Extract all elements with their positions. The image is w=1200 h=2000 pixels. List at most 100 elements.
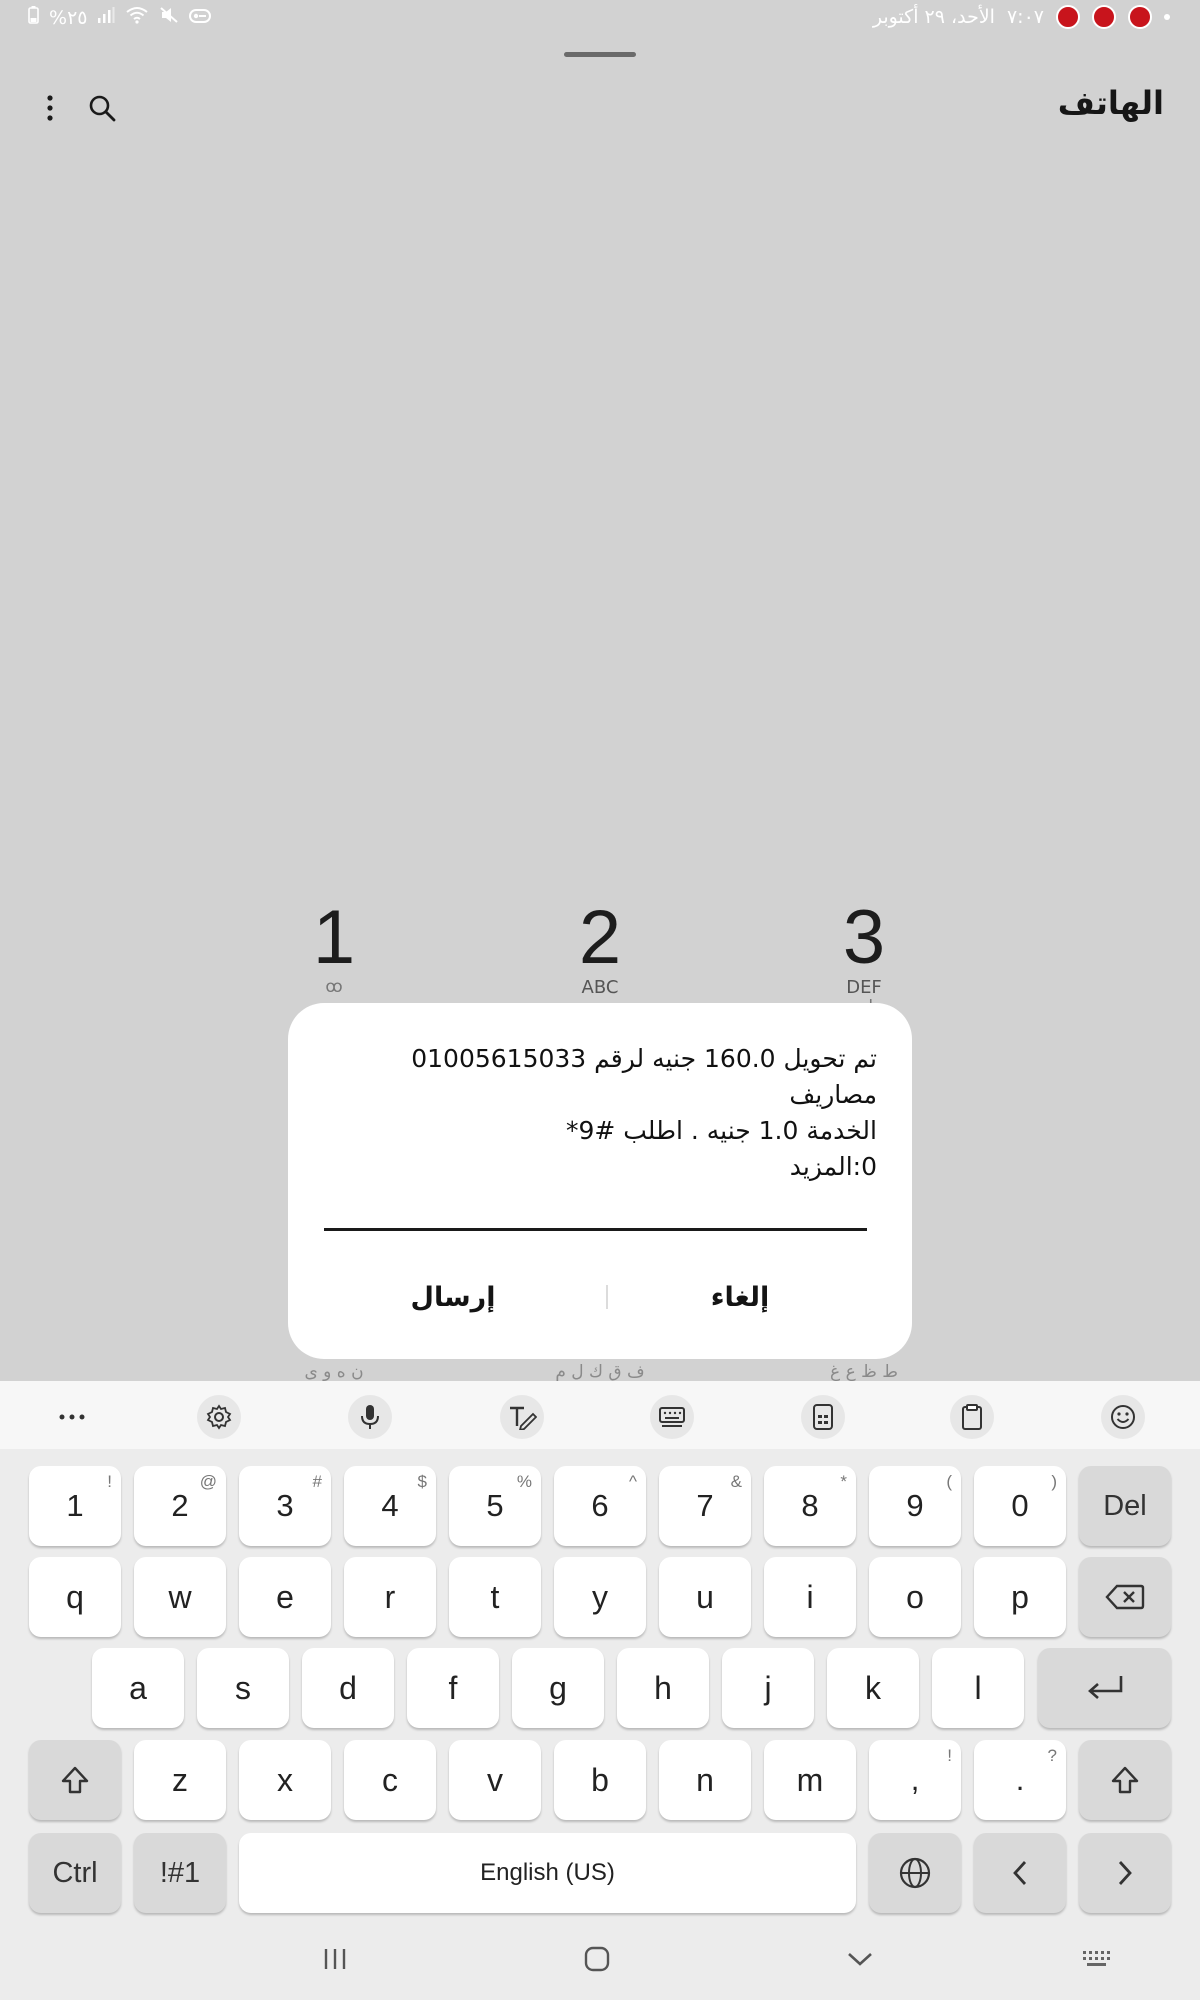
- key-4[interactable]: 4 $: [344, 1466, 436, 1546]
- key-s[interactable]: s: [197, 1648, 289, 1728]
- wifi-icon: [125, 6, 149, 29]
- key-c[interactable]: c: [344, 1740, 436, 1820]
- key-label: 4: [381, 1488, 399, 1523]
- key-period[interactable]: .?: [974, 1740, 1066, 1820]
- key-o[interactable]: o: [869, 1557, 961, 1637]
- dial-key-5-arabic: ف ق ك ل م: [555, 1362, 645, 1382]
- key-label: 9: [906, 1488, 924, 1523]
- signal-icon: [97, 6, 115, 29]
- dial-key-3[interactable]: 3 DEF ا ء: [784, 895, 944, 1017]
- clipboard-icon[interactable]: [950, 1395, 994, 1439]
- ussd-reply-input[interactable]: [324, 1228, 867, 1231]
- key-l[interactable]: l: [932, 1648, 1024, 1728]
- ussd-message: تم تحويل 160.0 جنيه لرقم 01005615033 مصا…: [411, 1044, 877, 1181]
- status-right: الأحد، ٢٩ أكتوبر ٧:٠٧: [873, 5, 1170, 29]
- handwriting-icon[interactable]: [500, 1395, 544, 1439]
- key-alt-label: (: [946, 1472, 952, 1491]
- keyboard-switch-icon[interactable]: [1066, 1939, 1126, 1979]
- status-bar: %٢٥ الأحد، ٢٩ أكتوبر ٧:٠٧: [0, 0, 1200, 36]
- key-x[interactable]: x: [239, 1740, 331, 1820]
- shift-key-right[interactable]: [1079, 1740, 1171, 1820]
- key-alt-label: #: [312, 1472, 322, 1491]
- delete-forward-key[interactable]: Del: [1079, 1466, 1171, 1546]
- cancel-button[interactable]: إلغاء: [615, 1268, 865, 1328]
- key-k[interactable]: k: [827, 1648, 919, 1728]
- page-title: الهاتف: [1057, 84, 1164, 122]
- key-e[interactable]: e: [239, 1557, 331, 1637]
- key-n[interactable]: n: [659, 1740, 751, 1820]
- key-a[interactable]: a: [92, 1648, 184, 1728]
- app-badge-icon: [1056, 5, 1080, 29]
- symbols-key[interactable]: !#1: [134, 1833, 226, 1913]
- search-icon[interactable]: [84, 88, 120, 128]
- emoji-icon[interactable]: [1101, 1395, 1145, 1439]
- chevron-left-icon: [1013, 1861, 1027, 1885]
- ctrl-key[interactable]: Ctrl: [29, 1833, 121, 1913]
- key-t[interactable]: t: [449, 1557, 541, 1637]
- key-1[interactable]: 1!: [29, 1466, 121, 1546]
- key-3[interactable]: 3 #: [239, 1466, 331, 1546]
- key-u[interactable]: u: [659, 1557, 751, 1637]
- key-j[interactable]: j: [722, 1648, 814, 1728]
- key-label: 8: [801, 1488, 819, 1523]
- microphone-icon[interactable]: [348, 1395, 392, 1439]
- key-alt-label: $: [417, 1472, 427, 1491]
- key-z[interactable]: z: [134, 1740, 226, 1820]
- language-key[interactable]: [869, 1833, 961, 1913]
- keyboard-mode-icon[interactable]: [650, 1395, 694, 1439]
- key-y[interactable]: y: [554, 1557, 646, 1637]
- key-8[interactable]: 8 *: [764, 1466, 856, 1546]
- navigation-bar: [0, 1919, 1200, 2000]
- key-b[interactable]: b: [554, 1740, 646, 1820]
- backspace-key[interactable]: [1079, 1557, 1171, 1637]
- key-m[interactable]: m: [764, 1740, 856, 1820]
- hide-keyboard-icon[interactable]: [830, 1939, 890, 1979]
- key-5[interactable]: 5%: [449, 1466, 541, 1546]
- key-label: 0: [1011, 1488, 1029, 1523]
- key-9[interactable]: 9(: [869, 1466, 961, 1546]
- recent-apps-icon[interactable]: [305, 1939, 365, 1979]
- key-w[interactable]: w: [134, 1557, 226, 1637]
- key-h[interactable]: h: [617, 1648, 709, 1728]
- app-badge-icon: [1128, 5, 1152, 29]
- dial-key-2[interactable]: 2 ABC ب ت ة ث: [520, 895, 680, 1017]
- key-label: 2: [171, 1488, 189, 1523]
- settings-icon[interactable]: [197, 1395, 241, 1439]
- globe-icon: [899, 1857, 931, 1889]
- vpn-key-icon: [189, 7, 212, 29]
- date-text: الأحد، ٢٩ أكتوبر: [872, 6, 995, 28]
- key-p[interactable]: p: [974, 1557, 1066, 1637]
- key-0[interactable]: 0): [974, 1466, 1066, 1546]
- battery-percent: %٢٥: [49, 6, 88, 29]
- key-d[interactable]: d: [302, 1648, 394, 1728]
- key-label: 3: [276, 1488, 294, 1523]
- key-i[interactable]: i: [764, 1557, 856, 1637]
- shift-key[interactable]: [29, 1740, 121, 1820]
- key-alt-label: ^: [629, 1472, 637, 1491]
- key-f[interactable]: f: [407, 1648, 499, 1728]
- battery-icon: [28, 6, 39, 29]
- key-alt-label: !: [107, 1472, 112, 1491]
- key-v[interactable]: v: [449, 1740, 541, 1820]
- more-icon[interactable]: [50, 1395, 94, 1439]
- cursor-right-key[interactable]: [1079, 1833, 1171, 1913]
- drag-handle[interactable]: [564, 52, 636, 57]
- key-g[interactable]: g: [512, 1648, 604, 1728]
- space-bar[interactable]: English (US): [239, 1833, 856, 1913]
- key-comma[interactable]: ,!: [869, 1740, 961, 1820]
- dial-key-1[interactable]: 1 ꝏ: [254, 898, 414, 997]
- send-button[interactable]: إرسال: [328, 1268, 578, 1328]
- key-q[interactable]: q: [29, 1557, 121, 1637]
- cursor-left-key[interactable]: [974, 1833, 1066, 1913]
- dial-key-number: 3: [842, 895, 886, 980]
- enter-key[interactable]: [1038, 1648, 1171, 1728]
- key-r[interactable]: r: [344, 1557, 436, 1637]
- key-alt-label: *: [840, 1472, 847, 1491]
- key-7[interactable]: 7 &: [659, 1466, 751, 1546]
- key-6[interactable]: 6 ^: [554, 1466, 646, 1546]
- home-icon[interactable]: [567, 1939, 627, 1979]
- dial-key-number: 2: [578, 895, 622, 980]
- one-handed-icon[interactable]: [801, 1395, 845, 1439]
- more-options-icon[interactable]: [32, 88, 68, 128]
- key-2[interactable]: 2 @: [134, 1466, 226, 1546]
